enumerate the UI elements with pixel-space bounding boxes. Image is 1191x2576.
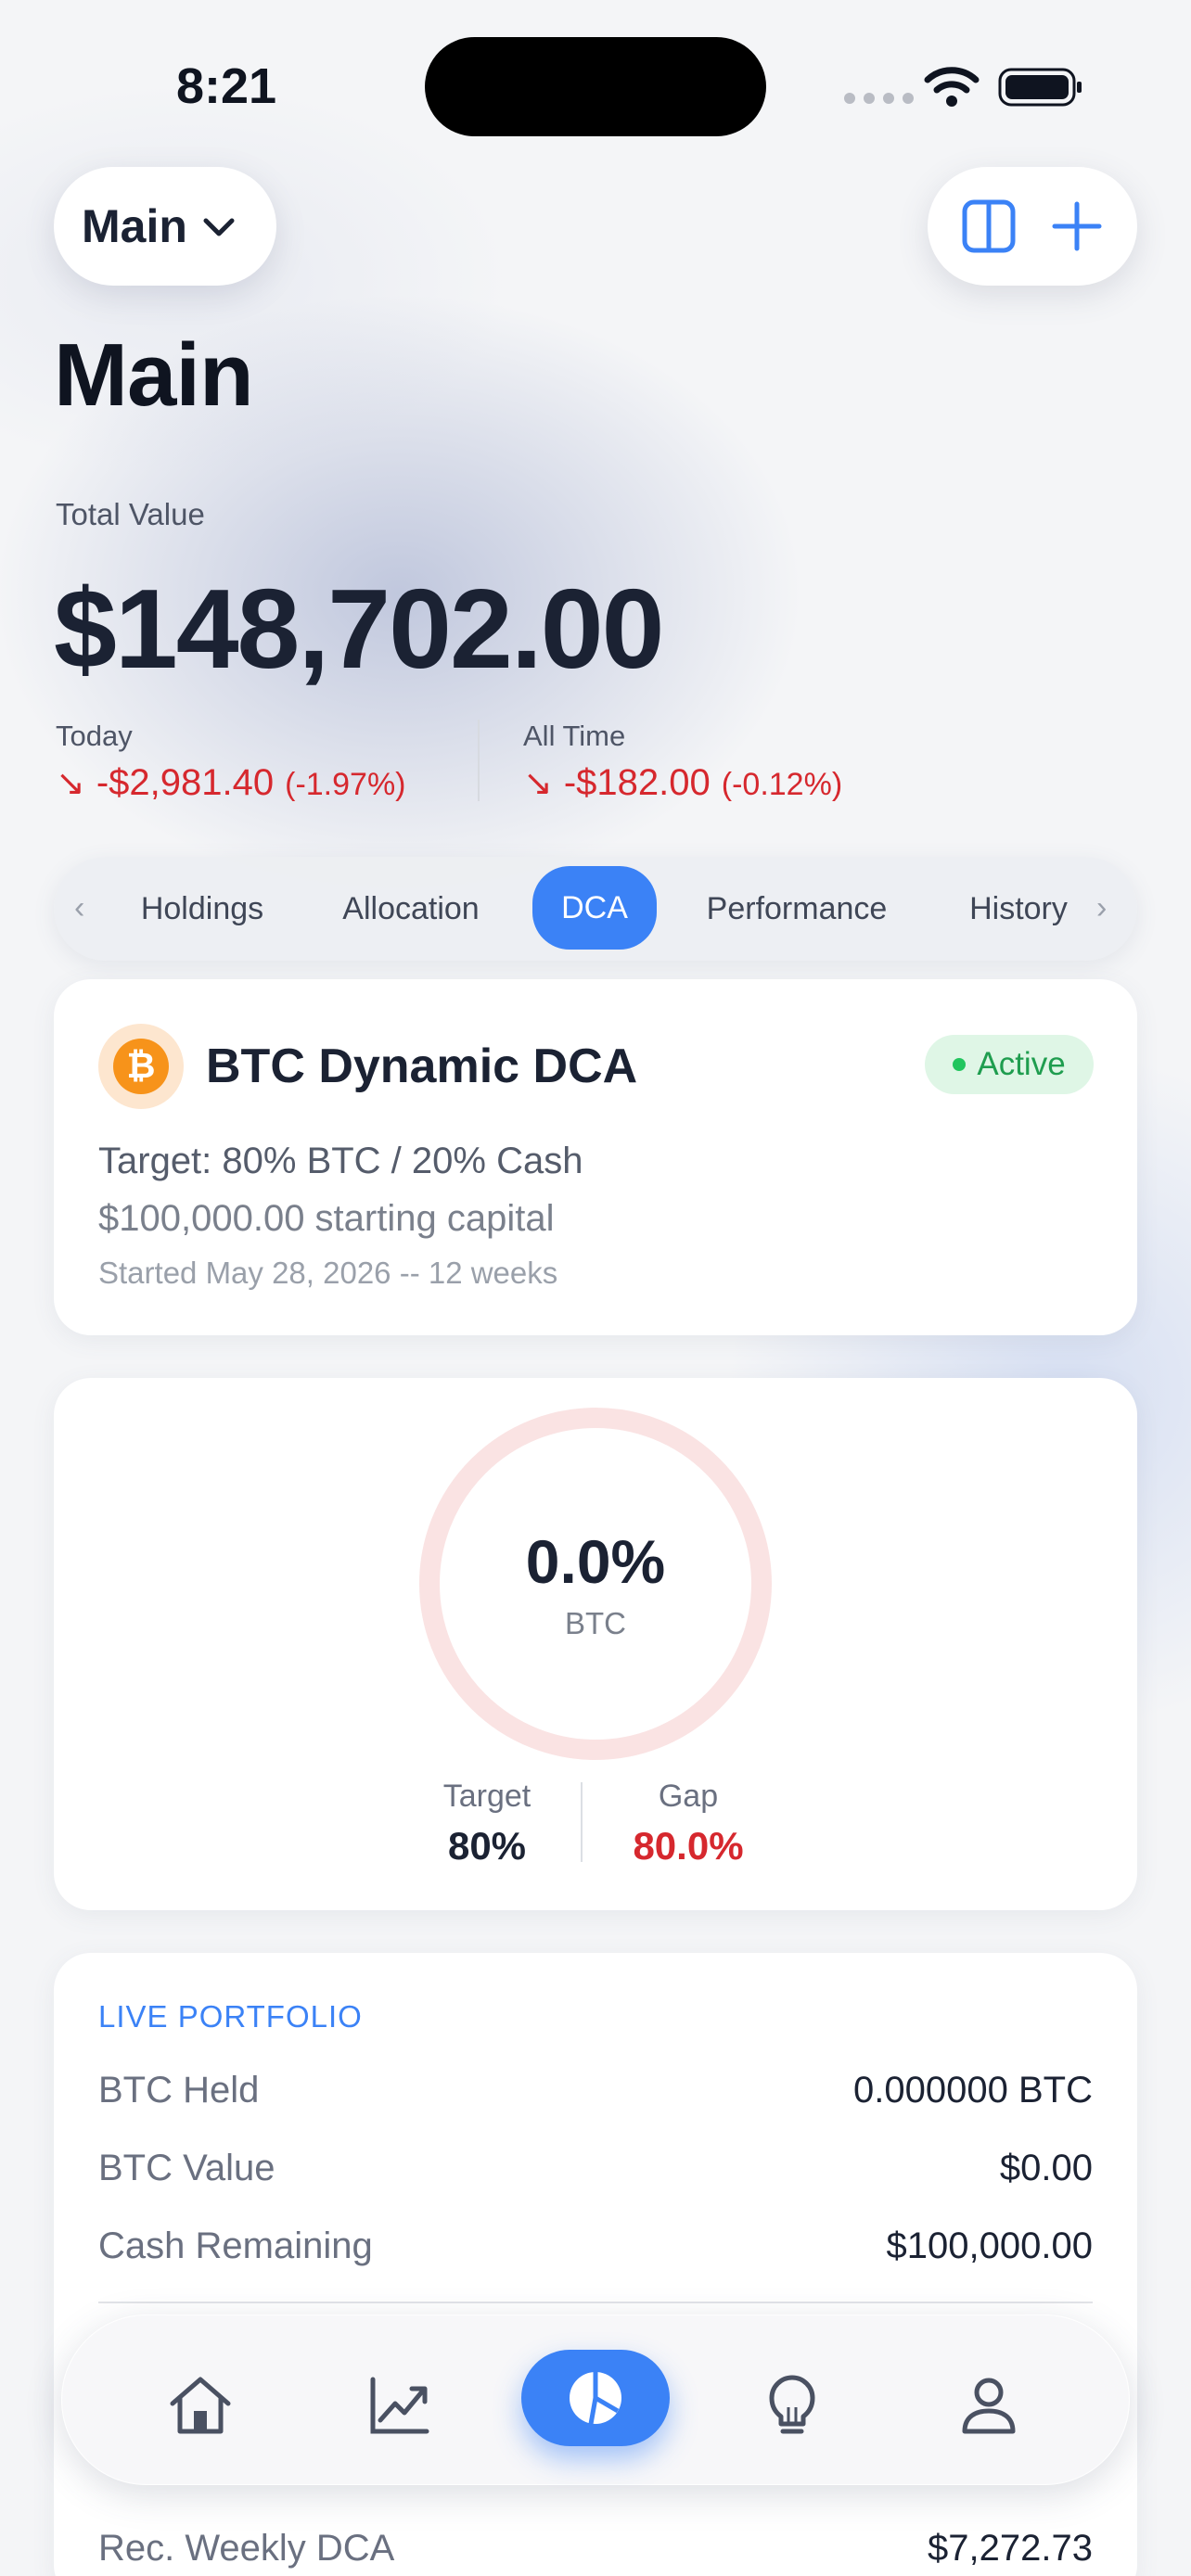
divider: [98, 2302, 1093, 2303]
chart-icon: [370, 2377, 429, 2434]
alltime-label: All Time: [523, 720, 626, 752]
nav-performance[interactable]: [362, 2368, 436, 2442]
today-change-value: -$2,981.40: [96, 762, 275, 803]
tab-bar: ‹ Holdings Allocation DCA Performance Hi…: [54, 857, 1137, 961]
weekly-dca-label: Rec. Weekly DCA: [98, 2528, 395, 2569]
portfolio-selector-label: Main: [82, 200, 187, 252]
active-dot-icon: [953, 1058, 967, 1071]
divider: [581, 1782, 583, 1862]
tab-performance[interactable]: Performance: [690, 879, 903, 938]
gap-stat: Gap 80.0%: [596, 1779, 781, 1868]
gap-label: Gap: [658, 1779, 719, 1814]
today-change-pct: (-1.97%): [285, 767, 406, 802]
add-button[interactable]: [1047, 197, 1107, 256]
target-label: Target: [442, 1779, 531, 1814]
status-badge: Active: [925, 1035, 1094, 1094]
today-change: Today ↘ -$2,981.40 (-1.97%): [56, 720, 406, 804]
nav-home[interactable]: [163, 2368, 237, 2442]
header-actions: [928, 167, 1137, 286]
tab-holdings[interactable]: Holdings: [128, 879, 276, 938]
alltime-change: All Time ↘ -$182.00 (-0.12%): [523, 720, 842, 804]
page-title: Main: [54, 325, 254, 425]
strategy-target: Target: 80% BTC / 20% Cash: [98, 1141, 583, 1181]
today-label: Today: [56, 720, 133, 752]
down-arrow-icon: ↘: [523, 764, 553, 803]
tab-allocation[interactable]: Allocation: [323, 879, 499, 938]
alltime-change-value: -$182.00: [563, 762, 711, 803]
total-value-amount: $148,702.00: [54, 566, 664, 692]
cash-remaining-label: Cash Remaining: [98, 2225, 373, 2266]
btc-value-value: $0.00: [999, 2148, 1093, 2188]
down-arrow-icon: ↘: [56, 764, 85, 803]
allocation-current-pct: 0.0%: [525, 1527, 666, 1596]
tab-history[interactable]: History: [954, 879, 1083, 938]
lightbulb-icon: [769, 2375, 815, 2434]
status-time: 8:21: [176, 58, 277, 114]
nav-portfolio[interactable]: [521, 2350, 670, 2446]
live-portfolio-heading: LIVE PORTFOLIO: [98, 1999, 363, 2034]
alltime-change-pct: (-0.12%): [721, 767, 843, 802]
nav-insights[interactable]: [755, 2368, 829, 2442]
tab-dca[interactable]: DCA: [532, 866, 657, 950]
allocation-asset: BTC: [565, 1606, 626, 1640]
home-icon: [170, 2377, 231, 2434]
cash-remaining-value: $100,000.00: [886, 2225, 1093, 2266]
strategy-started: Started May 28, 2026 -- 12 weeks: [98, 1256, 558, 1290]
wifi-icon: [924, 67, 980, 107]
battery-icon: [998, 68, 1082, 107]
signal-icon: [844, 93, 914, 104]
weekly-dca-value: $7,272.73: [928, 2528, 1093, 2569]
chevron-left-icon[interactable]: ‹: [74, 890, 84, 926]
strategy-capital: $100,000.00 starting capital: [98, 1198, 555, 1239]
dynamic-island: [425, 37, 766, 136]
btc-value-label: BTC Value: [98, 2148, 275, 2188]
divider: [478, 720, 480, 801]
status-badge-label: Active: [977, 1046, 1066, 1082]
chevron-right-icon[interactable]: ›: [1096, 890, 1107, 926]
pie-chart-icon: [570, 2372, 621, 2425]
btc-held-value: 0.000000 BTC: [853, 2070, 1093, 2111]
nav-profile[interactable]: [952, 2368, 1026, 2442]
strategy-name: BTC Dynamic DCA: [206, 1039, 638, 1093]
bitcoin-icon: ₿: [98, 1024, 184, 1109]
profile-icon: [962, 2378, 1016, 2434]
portfolio-selector-button[interactable]: Main: [54, 167, 276, 286]
btc-held-label: BTC Held: [98, 2070, 260, 2111]
chevron-down-icon: [203, 218, 235, 236]
target-value: 80%: [447, 1824, 527, 1868]
gap-value: 80.0%: [633, 1824, 744, 1868]
split-view-button[interactable]: [959, 197, 1018, 256]
target-stat: Target 80%: [394, 1779, 580, 1868]
total-value-label: Total Value: [56, 497, 205, 531]
